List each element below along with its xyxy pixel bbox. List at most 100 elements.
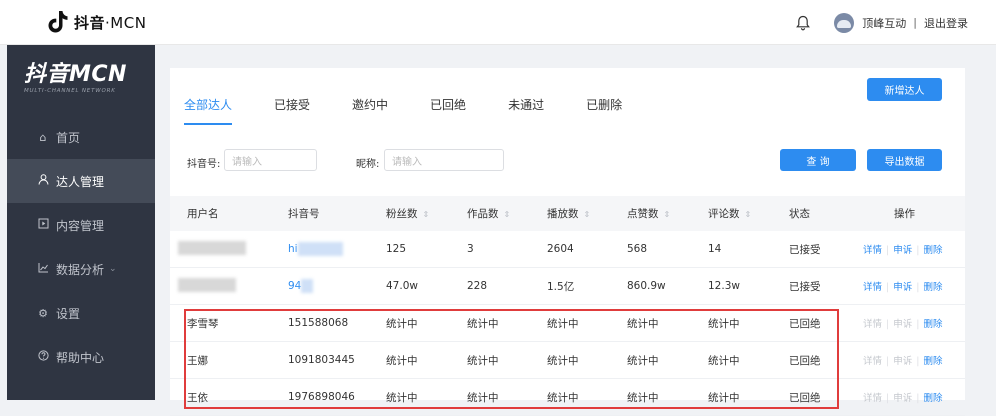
tab-rejected[interactable]: 已回绝 <box>430 96 466 125</box>
col-works[interactable]: 作品数 ⇕ <box>467 206 510 221</box>
user-icon <box>37 174 49 188</box>
works-cell: 统计中 <box>467 317 499 330</box>
bell-icon[interactable] <box>796 15 811 31</box>
content-icon <box>37 218 49 232</box>
nickname-input[interactable]: 请输入 <box>384 149 504 171</box>
plays-cell: 2604 <box>547 243 574 255</box>
brand-title: 抖音·MCN <box>74 13 147 32</box>
fans-cell: 125 <box>386 243 407 255</box>
sidebar-item-home[interactable]: ⌂ 首页 <box>7 115 155 159</box>
works-cell: 228 <box>467 280 488 292</box>
table-row: 李雪琴 151588068 统计中 统计中 统计中 统计中 统计中 已回绝 详情… <box>170 305 965 342</box>
help-icon <box>37 350 49 364</box>
delete-link[interactable]: 删除 <box>923 319 942 330</box>
fans-cell: 统计中 <box>386 354 418 367</box>
status-tabs: 全部达人 已接受 邀约中 已回绝 未通过 已删除 <box>184 96 664 125</box>
row-actions: 详情 | 申诉 | 删除 <box>863 393 943 404</box>
col-likes[interactable]: 点赞数 ⇕ <box>627 206 670 221</box>
comments-cell: 统计中 <box>708 391 740 404</box>
sidebar: 抖音MCN MULTI-CHANNEL NETWORK ⌂ 首页 达人管理 内容… <box>7 45 155 400</box>
sidebar-logo: 抖音MCN MULTI-CHANNEL NETWORK <box>7 45 155 115</box>
appeal-link: 申诉 <box>893 319 913 330</box>
table-row: 王依 1976898046 统计中 统计中 统计中 统计中 统计中 已回绝 详情… <box>170 379 965 416</box>
tab-not-passed[interactable]: 未通过 <box>508 96 544 125</box>
douyin-id-cell[interactable]: hi <box>288 242 343 256</box>
col-status: 状态 <box>789 208 810 220</box>
works-cell: 统计中 <box>467 391 499 404</box>
query-button[interactable]: 查 询 <box>780 149 856 171</box>
plays-cell: 统计中 <box>547 354 579 367</box>
douyin-id-cell: 1091803445 <box>288 354 355 366</box>
sidebar-item-talent[interactable]: 达人管理 <box>7 159 155 203</box>
table-header: 用户名 抖音号 粉丝数 ⇕ 作品数 ⇕ 播放数 ⇕ 点赞数 ⇕ 评论数 ⇕ 状态 操作 <box>170 196 965 231</box>
delete-link[interactable]: 删除 <box>923 393 942 404</box>
status-cell: 已接受 <box>789 280 821 293</box>
col-comments[interactable]: 评论数 ⇕ <box>708 206 751 221</box>
col-douyin-id: 抖音号 <box>288 208 320 220</box>
sort-icon[interactable]: ⇕ <box>664 210 671 219</box>
row-actions: 详情 | 申诉 | 删除 <box>863 245 943 256</box>
username-cell: 王依 <box>187 391 208 404</box>
sidebar-item-content[interactable]: 内容管理 <box>7 203 155 247</box>
blurred-username <box>178 240 246 255</box>
comments-cell: 14 <box>708 243 722 255</box>
sidebar-logo-subtitle: MULTI-CHANNEL NETWORK <box>24 88 116 94</box>
plays-cell: 1.5亿 <box>547 280 575 293</box>
col-actions: 操作 <box>894 208 915 220</box>
main-panel: 新增达人 全部达人 已接受 邀约中 已回绝 未通过 已删除 抖音号: 请输入 昵… <box>170 68 965 416</box>
likes-cell: 统计中 <box>627 317 659 330</box>
sidebar-item-settings[interactable]: ⚙ 设置 <box>7 291 155 335</box>
sort-icon[interactable]: ⇕ <box>504 210 511 219</box>
fans-cell: 统计中 <box>386 317 418 330</box>
tab-deleted[interactable]: 已删除 <box>586 96 622 125</box>
tab-inviting[interactable]: 邀约中 <box>352 96 388 125</box>
status-cell: 已回绝 <box>789 391 821 404</box>
sidebar-item-help[interactable]: 帮助中心 <box>7 335 155 379</box>
sort-icon[interactable]: ⇕ <box>745 210 752 219</box>
comments-cell: 12.3w <box>708 280 740 292</box>
tab-accepted[interactable]: 已接受 <box>274 96 310 125</box>
row-actions: 详情 | 申诉 | 删除 <box>863 319 943 330</box>
delete-link[interactable]: 删除 <box>923 245 942 256</box>
col-fans[interactable]: 粉丝数 ⇕ <box>386 206 429 221</box>
douyin-id-cell: 151588068 <box>288 317 349 329</box>
likes-cell: 统计中 <box>627 354 659 367</box>
chart-icon <box>37 262 49 276</box>
sort-icon[interactable]: ⇕ <box>423 210 430 219</box>
table-row: 王娜 1091803445 统计中 统计中 统计中 统计中 统计中 已回绝 详情… <box>170 342 965 379</box>
export-button[interactable]: 导出数据 <box>867 149 942 171</box>
logout-link[interactable]: 退出登录 <box>924 15 968 31</box>
delete-link[interactable]: 删除 <box>923 356 942 367</box>
appeal-link[interactable]: 申诉 <box>893 245 912 256</box>
username-cell: 李雪琴 <box>187 317 219 330</box>
detail-link[interactable]: 详情 <box>863 245 882 256</box>
table-row: hi 125 3 2604 568 14 已接受 详情 | 申诉 | 删除 <box>170 231 965 268</box>
tab-all[interactable]: 全部达人 <box>184 96 233 125</box>
sidebar-logo-title: 抖音MCN <box>24 62 127 87</box>
appeal-link[interactable]: 申诉 <box>893 282 912 293</box>
add-talent-button[interactable]: 新增达人 <box>867 78 942 101</box>
fans-cell: 统计中 <box>386 391 418 404</box>
douyin-logo-icon <box>48 11 68 33</box>
douyin-id-cell[interactable]: 94 <box>288 279 314 293</box>
plays-cell: 统计中 <box>547 317 579 330</box>
status-cell: 已接受 <box>789 243 821 256</box>
delete-link[interactable]: 删除 <box>923 282 942 293</box>
detail-link[interactable]: 详情 <box>863 282 882 293</box>
col-plays[interactable]: 播放数 ⇕ <box>547 206 590 221</box>
brand[interactable]: 抖音·MCN <box>48 0 146 45</box>
sidebar-item-analytics[interactable]: 数据分析 ⌄ <box>7 247 155 291</box>
username-cell <box>178 240 246 258</box>
gear-icon: ⚙ <box>38 306 48 320</box>
douyin-id-label: 抖音号: <box>187 159 221 170</box>
sidebar-item-label: 帮助中心 <box>56 350 105 365</box>
sort-icon[interactable]: ⇕ <box>584 210 591 219</box>
status-cell: 已回绝 <box>789 317 821 330</box>
sidebar-item-label: 首页 <box>56 130 81 145</box>
sidebar-item-label: 数据分析 <box>56 262 105 277</box>
avatar[interactable] <box>834 12 855 33</box>
comments-cell: 统计中 <box>708 354 740 367</box>
detail-link: 详情 <box>863 319 883 330</box>
douyin-id-input[interactable]: 请输入 <box>224 149 317 171</box>
username-cell <box>178 277 236 295</box>
